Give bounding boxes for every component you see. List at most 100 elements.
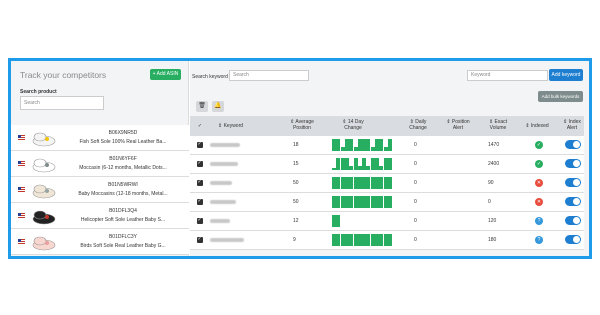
keyword-redacted — [210, 143, 240, 147]
table-header: ✓ ⇕ Keyword ⇕ Average Position ⇕ 14 Day … — [190, 116, 584, 136]
product-asin: B01N5WRWI — [108, 182, 138, 188]
row-checkbox[interactable] — [197, 236, 203, 243]
header-index-alert[interactable]: ⇕ Index Alert — [558, 119, 586, 131]
header-select-all[interactable]: ✓ — [195, 123, 205, 129]
header-indexed[interactable]: ⇕ Indexed — [521, 123, 553, 129]
product-thumbnail — [31, 180, 57, 200]
trend-chart — [332, 158, 392, 170]
us-flag-icon — [18, 213, 25, 218]
trend-bar — [387, 196, 392, 208]
exact-volume: 120 — [488, 218, 497, 224]
indexed-check-icon: ✓ — [535, 160, 543, 168]
header-position-alert[interactable]: ⇕ Position Alert — [443, 119, 473, 131]
product-item[interactable]: B01N6YF6F Moccasin (6-12 months, Metallic… — [11, 151, 189, 177]
header-exact-volume[interactable]: ⇕ Exact Volume — [483, 119, 513, 131]
daily-change: 0 — [414, 161, 417, 167]
not-indexed-x-icon: ✕ — [535, 198, 543, 206]
keyword-redacted — [210, 162, 238, 166]
us-flag-icon — [18, 239, 25, 244]
indexed-check-icon: ✓ — [535, 141, 543, 149]
product-thumbnail — [31, 206, 57, 226]
keyword-redacted — [210, 219, 230, 223]
not-indexed-x-icon: ✕ — [535, 179, 543, 187]
table-row: 18 0 1470 ✓ — [190, 136, 584, 155]
table-row: 15 0 2400 ✓ — [190, 155, 584, 174]
competitor-panel: Track your competitors + Add ASIN Search… — [11, 61, 189, 256]
search-product-input[interactable]: Search — [20, 96, 104, 110]
product-name: Helicopter Soft Sole Leather Baby S... — [80, 217, 166, 223]
trend-chart — [332, 234, 392, 246]
product-name: Moccasin (6-12 months, Metallic Dots... — [79, 165, 167, 171]
bell-icon[interactable]: 🔔 — [212, 101, 224, 112]
product-thumbnail — [31, 128, 57, 148]
trend-chart — [332, 139, 392, 151]
header-daily-change[interactable]: ⇕ Daily Change — [403, 119, 433, 131]
product-item[interactable]: B01DFL3Q4 Helicopter Soft Sole Leather Ba… — [11, 203, 189, 229]
product-asin: B01DFL3Q4 — [109, 208, 137, 214]
index-alert-toggle[interactable] — [565, 159, 581, 168]
index-alert-toggle[interactable] — [565, 140, 581, 149]
exact-volume: 90 — [488, 180, 494, 186]
row-checkbox[interactable] — [197, 217, 203, 224]
table-row: 9 0 180? — [190, 231, 584, 250]
product-thumbnail — [31, 232, 57, 252]
pending-status-icon: ? — [535, 217, 543, 225]
table-row: 50 0 90 ✕ — [190, 174, 584, 193]
product-item[interactable]: B01N5WRWI Baby Moccasins (12-18 months, M… — [11, 177, 189, 203]
product-name: Birds Soft Sole Real Leather Baby G... — [80, 243, 166, 249]
keyword-redacted — [210, 181, 232, 185]
trend-bar — [387, 158, 392, 170]
trend-chart — [332, 177, 392, 189]
search-product-label: Search product — [20, 89, 57, 95]
daily-change: 0 — [414, 199, 417, 205]
row-checkbox[interactable] — [197, 160, 203, 167]
keyword-table: ✓ ⇕ Keyword ⇕ Average Position ⇕ 14 Day … — [190, 116, 584, 250]
index-alert-toggle[interactable] — [565, 235, 581, 244]
keyword-input[interactable]: Keyword — [467, 70, 548, 81]
product-list: B06X9NR5D Fish Soft Sole 100% Real Leathe… — [11, 125, 189, 255]
product-item[interactable]: B06X9NR5D Fish Soft Sole 100% Real Leathe… — [11, 125, 189, 151]
index-alert-toggle[interactable] — [565, 178, 581, 187]
search-keyword-label: Search keyword — [192, 74, 228, 80]
index-alert-toggle[interactable] — [565, 197, 581, 206]
average-position: 9 — [293, 237, 296, 243]
header-average-position[interactable]: ⇕ Average Position — [283, 119, 321, 131]
trend-chart — [332, 196, 392, 208]
exact-volume: 180 — [488, 237, 497, 243]
add-bulk-keywords-button[interactable]: Add bulk keywords — [538, 91, 583, 102]
trend-bar — [387, 234, 392, 246]
average-position: 12 — [293, 218, 299, 224]
trend-chart — [332, 215, 392, 227]
us-flag-icon — [18, 135, 25, 140]
product-item[interactable]: B01DFLC3Y Birds Soft Sole Real Leather Ba… — [11, 229, 189, 255]
app-frame: Track your competitors + Add ASIN Search… — [8, 58, 592, 259]
pending-status-icon: ? — [535, 236, 543, 244]
average-position: 50 — [293, 199, 299, 205]
row-checkbox[interactable] — [197, 179, 203, 186]
index-alert-toggle[interactable] — [565, 216, 581, 225]
product-asin: B01N6YF6F — [109, 156, 137, 162]
row-checkbox[interactable] — [197, 141, 203, 148]
trash-icon[interactable]: 🗑 — [196, 101, 208, 112]
add-keyword-button[interactable]: Add keyword — [549, 69, 583, 81]
trend-bar — [387, 177, 392, 189]
add-asin-button[interactable]: + Add ASIN — [150, 69, 181, 80]
keyword-panel: Search keyword Search Keyword Add keywor… — [190, 61, 589, 256]
header-keyword[interactable]: ⇕ Keyword — [218, 123, 243, 129]
panel-title: Track your competitors — [20, 70, 107, 80]
product-name: Fish Soft Sole 100% Real Leather Ba... — [79, 139, 167, 145]
exact-volume: 1470 — [488, 142, 500, 148]
exact-volume: 0 — [488, 199, 491, 205]
product-thumbnail — [31, 154, 57, 174]
table-row: 120120? — [190, 212, 584, 231]
average-position: 15 — [293, 161, 299, 167]
average-position: 50 — [293, 180, 299, 186]
daily-change: 0 — [414, 142, 417, 148]
row-checkbox[interactable] — [197, 198, 203, 205]
product-asin: B06X9NR5D — [108, 130, 138, 136]
average-position: 18 — [293, 142, 299, 148]
header-14-day-change[interactable]: ⇕ 14 Day Change — [333, 119, 373, 131]
search-keyword-input[interactable]: Search — [229, 70, 309, 81]
keyword-redacted — [210, 200, 236, 204]
us-flag-icon — [18, 187, 25, 192]
